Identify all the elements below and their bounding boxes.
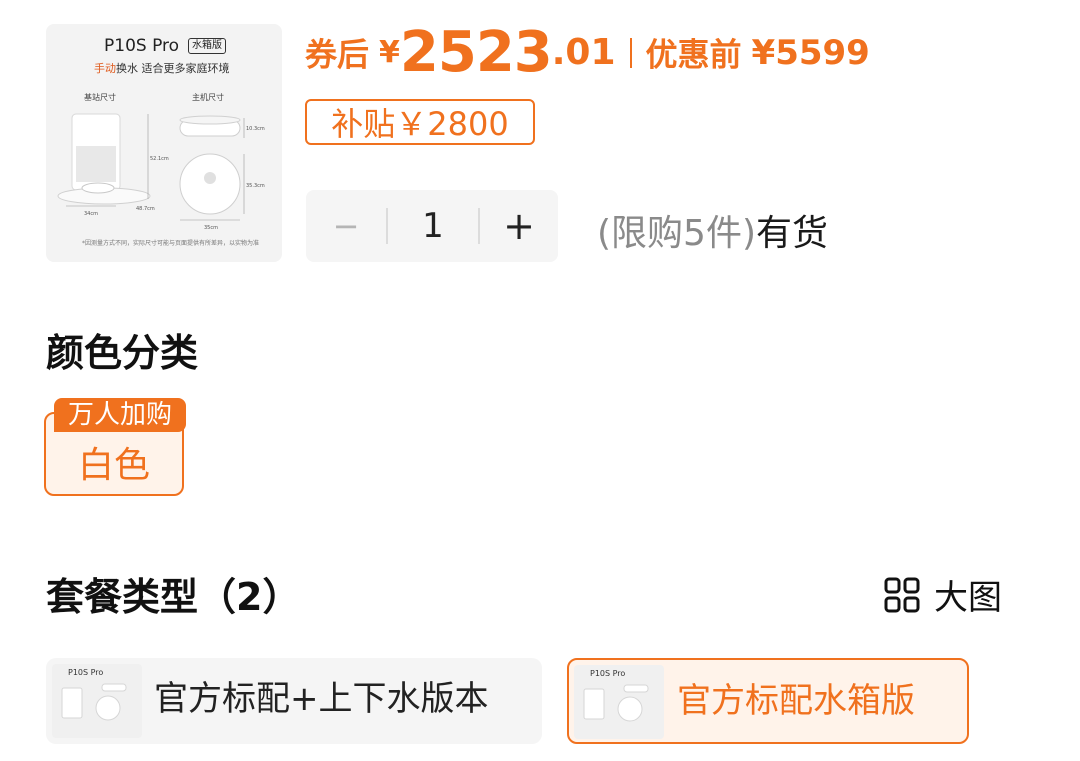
stock-info: (限购5件)有货 bbox=[597, 204, 828, 256]
orig-label: 优惠前 bbox=[645, 35, 742, 74]
dim-station-width: 34cm bbox=[84, 211, 98, 217]
thumb-note: *因测量方式不同，实际尺寸可能与页面提供有所差异，以实物为准 bbox=[82, 240, 260, 247]
large-view-toggle[interactable]: 大图 bbox=[884, 570, 1002, 618]
decrease-button[interactable]: − bbox=[306, 190, 386, 262]
product-thumbnail[interactable]: P10S Pro 水箱版 手动换水 适合更多家庭环境 基站尺寸 主机尺寸 52.… bbox=[46, 24, 282, 262]
popular-badge: 万人加购 bbox=[54, 398, 186, 432]
dim-robot-height: 10.3cm bbox=[246, 126, 265, 132]
dim-robot-diameter: 35cm bbox=[204, 225, 218, 231]
package-option-standard-plumbed[interactable]: P10S Pro 官方标配+上下水版本 bbox=[46, 658, 542, 744]
grid-view-icon bbox=[884, 577, 920, 612]
color-option-white[interactable]: 万人加购 白色 bbox=[44, 398, 186, 496]
increase-button[interactable]: + bbox=[480, 190, 558, 262]
coupon-price-dec: .01 bbox=[551, 32, 616, 73]
package-thumbnail: P10S Pro bbox=[574, 665, 664, 739]
package-option-label: 官方标配+上下水版本 bbox=[154, 679, 489, 719]
product-illustration: 52.1cm 34cm 48.7cm 10.3cm 35.3cm 35cm bbox=[57, 113, 265, 231]
color-option-label: 白色 bbox=[77, 445, 150, 486]
package-section-title: 套餐类型（2） bbox=[46, 575, 301, 619]
large-view-label: 大图 bbox=[934, 578, 1002, 618]
dim-station-height: 52.1cm bbox=[150, 156, 169, 162]
package-thumbnail: P10S Pro bbox=[52, 664, 142, 738]
package-option-label: 官方标配水箱版 bbox=[677, 681, 915, 721]
dim-station-depth: 48.7cm bbox=[136, 206, 155, 212]
coupon-label: 券后 bbox=[305, 35, 370, 74]
quantity-value[interactable]: 1 bbox=[388, 190, 478, 262]
color-section-title: 颜色分类 bbox=[46, 331, 199, 375]
dim-robot-diameter-side: 35.3cm bbox=[246, 183, 265, 189]
price-line: 券后 ¥2523.01 优惠前 ¥5599 bbox=[305, 20, 870, 85]
price-divider bbox=[629, 37, 632, 68]
purchase-limit: (限购5件) bbox=[597, 213, 756, 254]
subsidy-badge: 补贴￥2800 bbox=[305, 99, 535, 145]
orig-price: ¥5599 bbox=[751, 32, 870, 73]
coupon-price-int: 2523 bbox=[399, 20, 553, 85]
currency-symbol: ¥ bbox=[379, 35, 400, 70]
package-option-water-tank[interactable]: P10S Pro 官方标配水箱版 bbox=[567, 658, 969, 744]
stock-status: 有货 bbox=[756, 213, 829, 254]
quantity-stepper: − 1 + bbox=[306, 190, 558, 262]
